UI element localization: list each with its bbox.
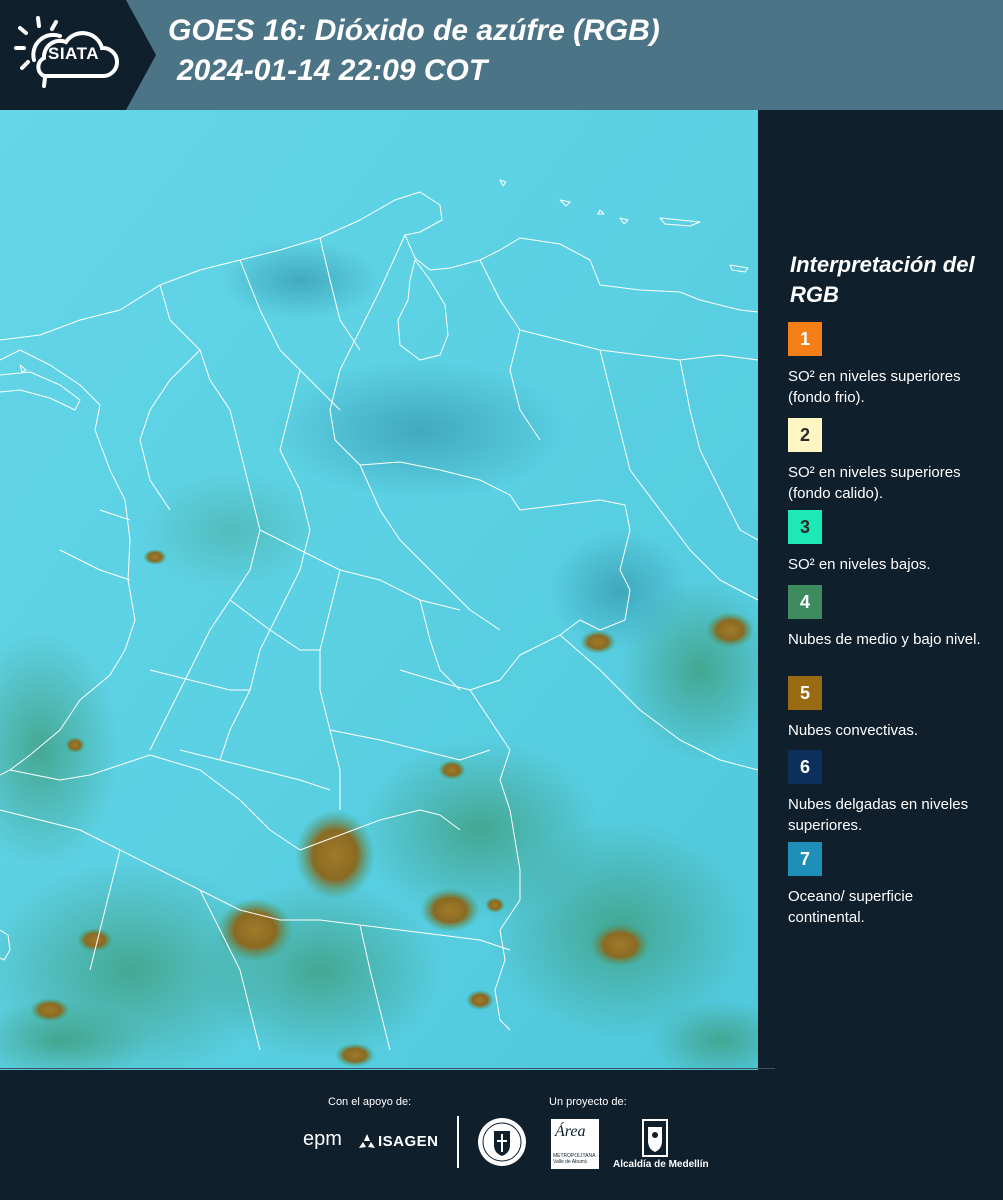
satellite-image	[0, 110, 758, 1070]
header-bar: SIATA GOES 16: Dióxido de azúfre (RGB) 2…	[0, 0, 1003, 110]
siata-logo: SIATA	[0, 0, 126, 110]
logo-arrow	[126, 0, 156, 110]
area-logo-word: Área	[555, 1123, 586, 1140]
footer-divider-line	[0, 1068, 775, 1069]
footer-vertical-divider	[457, 1116, 459, 1168]
legend-desc-1: SO² en niveles superiores (fondo frio).	[788, 368, 961, 406]
legend-item-4: 4 Nubes de medio y bajo nivel.	[788, 585, 988, 650]
siata-logo-text: SIATA	[48, 44, 99, 63]
legend-desc-3: SO² en niveles bajos.	[788, 556, 931, 573]
legend-item-5: 5 Nubes convectivas.	[788, 676, 988, 741]
legend-swatch-5: 5	[788, 676, 822, 710]
legend-item-3: 3 SO² en niveles bajos.	[788, 510, 988, 575]
alcaldia-medellin-logo: Alcaldía de Medellín	[613, 1159, 709, 1170]
legend-item-2: 2 SO² en niveles superiores (fondo calid…	[788, 418, 988, 504]
legend-swatch-6: 6	[788, 750, 822, 784]
legend-swatch-2: 2	[788, 418, 822, 452]
alcaldia-crest-icon	[642, 1119, 668, 1157]
project-label: Un proyecto de:	[549, 1096, 627, 1108]
legend-item-1: 1 SO² en niveles superiores (fondo frio)…	[788, 322, 988, 408]
epm-logo: epm	[303, 1128, 342, 1150]
area-logo-subtitle: METROPOLITANA Valle de Aburrá	[553, 1153, 596, 1165]
legend-swatch-4: 4	[788, 585, 822, 619]
legend-desc-7: Oceano/ superficie continental.	[788, 888, 914, 926]
isagen-icon	[359, 1134, 375, 1148]
isagen-logo: ISAGEN	[378, 1133, 439, 1150]
legend-item-6: 6 Nubes delgadas en niveles superiores.	[788, 750, 988, 836]
legend-item-7: 7 Oceano/ superficie continental.	[788, 842, 988, 928]
legend-swatch-7: 7	[788, 842, 822, 876]
satellite-map	[0, 110, 758, 1070]
page-title: GOES 16: Dióxido de azúfre (RGB)	[168, 14, 660, 47]
legend-desc-2: SO² en niveles superiores (fondo calido)…	[788, 464, 961, 502]
legend-desc-6: Nubes delgadas en niveles superiores.	[788, 796, 969, 834]
legend-desc-4: Nubes de medio y bajo nivel.	[788, 631, 981, 648]
legend-swatch-3: 3	[788, 510, 822, 544]
legend-desc-5: Nubes convectivas.	[788, 722, 919, 739]
timestamp: 2024-01-14 22:09 COT	[177, 54, 488, 87]
legend-title: Interpretación del RGB	[790, 252, 975, 307]
area-metropolitana-logo: Área METROPOLITANA Valle de Aburrá	[551, 1119, 599, 1169]
medellin-seal-icon	[478, 1118, 526, 1166]
legend-swatch-1: 1	[788, 322, 822, 356]
support-label: Con el apoyo de:	[328, 1096, 412, 1108]
